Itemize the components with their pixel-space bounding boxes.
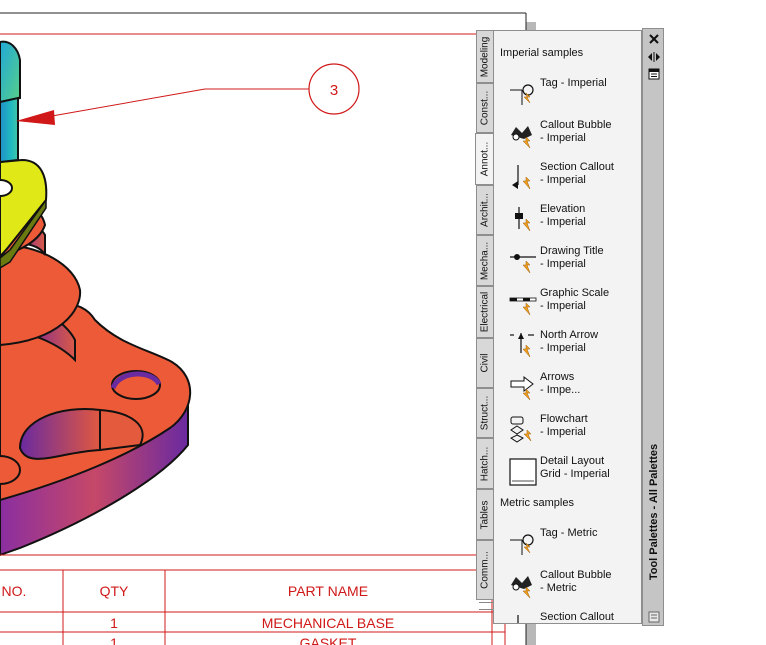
tab-mechanical[interactable]: Mecha... [476, 235, 493, 286]
table-cell-qty: 1 [110, 635, 118, 645]
auto-hide-icon[interactable] [647, 51, 661, 63]
tag-icon [510, 84, 534, 105]
tab-tables[interactable]: Tables [476, 489, 493, 540]
flowchart-icon [510, 416, 532, 443]
arrows-icon [510, 375, 534, 401]
palette-title-bar[interactable]: Tool Palettes - All Palettes [642, 28, 664, 626]
tool-label: Callout Bubble - Imperial [540, 119, 612, 144]
tab-annotation[interactable]: Annot... [475, 133, 494, 185]
tool-graphic-scale-imperial[interactable]: Graphic Scale - Imperial [508, 285, 628, 325]
palette-resize-grip-icon[interactable] [647, 611, 661, 623]
table-header-no: NO. [2, 583, 27, 599]
tool-label: Section Callout - Imperial [540, 161, 614, 186]
table-header-part-name: PART NAME [288, 583, 368, 599]
tool-section-callout-imperial[interactable]: Section Callout - Imperial [508, 159, 628, 199]
tool-label: Section Callout [540, 611, 614, 623]
section-callout-icon [517, 615, 519, 623]
tool-label: Drawing Title - Imperial [540, 245, 604, 270]
graphic-scale-icon [509, 297, 537, 316]
tab-modeling[interactable]: Modeling [476, 30, 493, 83]
tool-palette-window[interactable]: Modeling Const... Annot... Archit... Mec… [475, 28, 664, 626]
tab-civil[interactable]: Civil [476, 338, 493, 388]
tool-label: Detail Layout Grid - Imperial [540, 455, 610, 480]
tool-detail-layout-grid-imperial[interactable]: Detail Layout Grid - Imperial [508, 453, 628, 493]
tool-label: Callout Bubble - Metric [540, 569, 612, 594]
north-arrow-icon [510, 333, 534, 358]
tool-tag-imperial[interactable]: Tag - Imperial [508, 75, 628, 115]
tag-icon [510, 534, 534, 555]
table-cell-part-name: MECHANICAL BASE [262, 615, 395, 631]
drawing-canvas[interactable]: 3 NO. QTY PART NAME 1 MECHANICAL BASE 1 … [0, 0, 766, 645]
table-cell-qty: 1 [110, 615, 118, 631]
close-icon[interactable] [647, 33, 661, 45]
bolt-part[interactable] [0, 40, 21, 164]
leader-arrowhead [16, 110, 55, 125]
detail-layout-grid-icon [509, 458, 537, 486]
table-header-qty: QTY [100, 583, 129, 599]
properties-icon[interactable] [647, 68, 661, 80]
tab-structural[interactable]: Struct... [476, 388, 493, 438]
tool-label: Flowchart - Imperial [540, 413, 588, 438]
palette-tab-strip: Modeling Const... Annot... Archit... Mec… [475, 28, 494, 610]
tab-construction[interactable]: Const... [476, 83, 493, 133]
parts-list-table[interactable]: NO. QTY PART NAME 1 MECHANICAL BASE 1 GA… [0, 554, 505, 645]
tool-callout-bubble-imperial[interactable]: Callout Bubble - Imperial [508, 117, 628, 157]
tool-callout-bubble-metric[interactable]: Callout Bubble - Metric [508, 567, 628, 607]
callout-bubble-icon [511, 576, 532, 599]
elevation-icon [515, 207, 531, 232]
tool-label: Tag - Metric [540, 527, 598, 539]
tool-label: Elevation - Imperial [540, 203, 586, 228]
balloon-number: 3 [330, 82, 338, 99]
tool-flowchart-imperial[interactable]: Flowchart - Imperial [508, 411, 628, 451]
tab-command-tools[interactable]: Comm... [476, 540, 493, 600]
group-header-imperial: Imperial samples [500, 47, 584, 59]
tool-elevation-imperial[interactable]: Elevation - Imperial [508, 201, 628, 241]
tool-drawing-title-imperial[interactable]: Drawing Title - Imperial [508, 243, 628, 283]
tool-label: Graphic Scale - Imperial [540, 287, 610, 312]
tab-overflow-marker [479, 602, 494, 610]
balloon-callout[interactable]: 3 [16, 63, 360, 125]
tool-north-arrow-imperial[interactable]: North Arrow - Imperial [508, 327, 628, 367]
tab-hatches[interactable]: Hatch... [476, 438, 493, 489]
tool-label: Tag - Imperial [540, 77, 607, 89]
tool-label: Arrows - Impe... [540, 371, 581, 396]
tab-architectural[interactable]: Archit... [476, 185, 493, 235]
tool-section-callout-metric[interactable]: Section Callout [508, 609, 628, 623]
mechanical-base-part[interactable] [0, 198, 192, 557]
tool-tag-metric[interactable]: Tag - Metric [508, 525, 628, 565]
palette-content[interactable]: Imperial samples Tag - Imperial Callout … [493, 30, 642, 624]
tool-label: North Arrow - Imperial [540, 329, 599, 354]
group-header-metric: Metric samples [500, 497, 574, 509]
section-callout-icon [512, 165, 531, 190]
drawing-title-icon [510, 254, 536, 274]
tab-electrical[interactable]: Electrical [476, 286, 493, 338]
table-cell-part-name: GASKET [300, 635, 357, 645]
palette-title: Tool Palettes - All Palettes [648, 443, 660, 581]
tool-arrows-imperial[interactable]: Arrows - Impe... [508, 369, 628, 409]
callout-bubble-icon [511, 126, 532, 149]
